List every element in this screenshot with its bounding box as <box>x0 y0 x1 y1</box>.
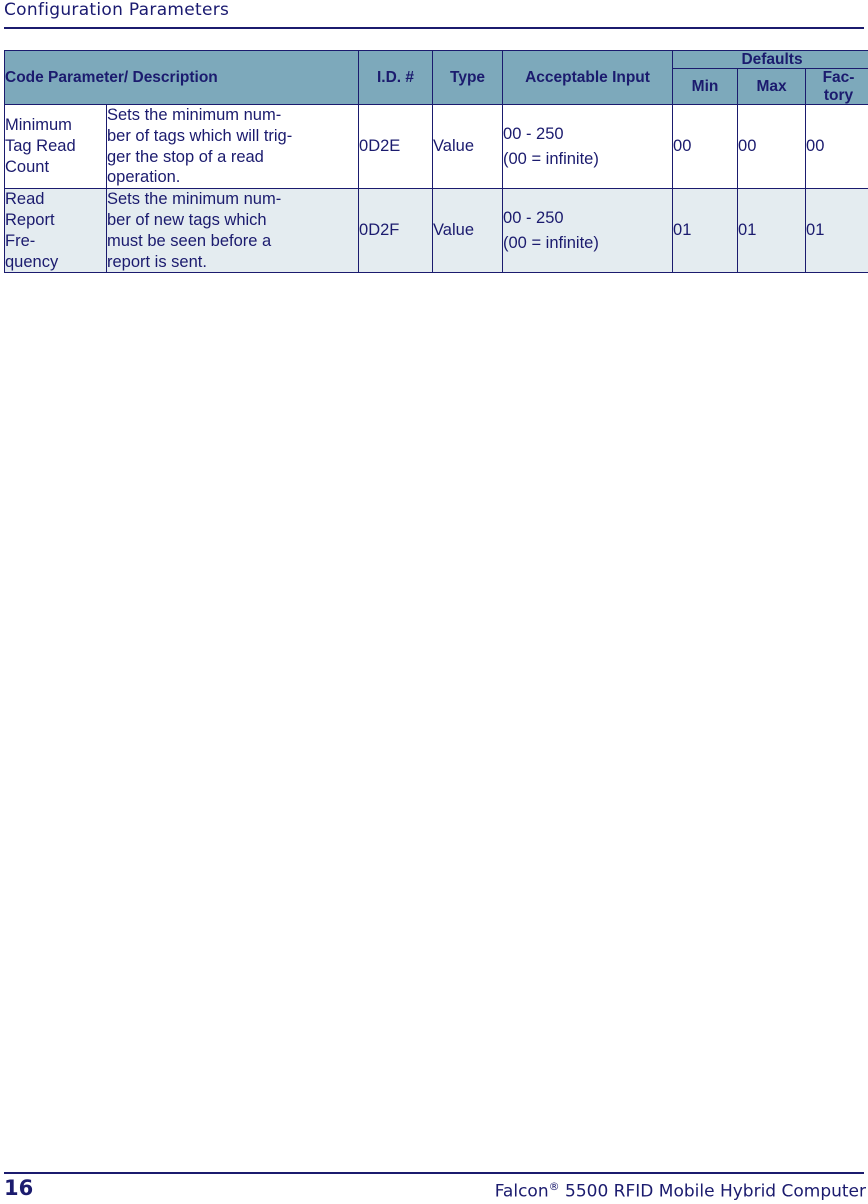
acceptable-input-range: 00 - 250 <box>503 124 564 143</box>
column-header-factory-line-2: tory <box>823 86 854 104</box>
table-body: Minimum Tag Read Count Sets the minimum … <box>4 104 868 274</box>
table-header: Code Parameter/ Description I.D. # Type … <box>3 49 868 106</box>
cell-acceptable-input: 00 - 250 (00 = infinite) <box>502 188 674 274</box>
cell-default-min: 00 <box>672 104 739 190</box>
column-header-factory: Fac- tory <box>805 68 868 106</box>
cell-parameter-name: Read Report Fre- quency <box>4 188 107 274</box>
footer-divider-rule <box>4 1172 864 1174</box>
parameter-name-line-3: Fre- <box>5 231 36 250</box>
acceptable-input-range: 00 - 250 <box>503 208 564 227</box>
page-title: Configuration Parameters <box>4 0 230 20</box>
column-header-acceptable-input: Acceptable Input <box>502 49 674 106</box>
description-line-3: must be seen before a <box>107 231 272 250</box>
cell-parameter-description: Sets the minimum num- ber of new tags wh… <box>105 188 360 274</box>
column-header-factory-line-1: Fac- <box>822 69 855 87</box>
description-line-2: ber of tags which will trig- <box>107 126 293 145</box>
cell-id-number: 0D2E <box>358 104 434 190</box>
cell-default-min: 01 <box>672 188 739 274</box>
description-line-1: Sets the minimum num- <box>107 106 282 125</box>
column-header-type: Type <box>432 49 504 106</box>
parameter-name-line-2: Report <box>5 210 55 229</box>
description-line-3: ger the stop of a read <box>107 147 264 166</box>
cell-default-factory: 00 <box>805 104 868 190</box>
parameter-name-line-3: Count <box>5 158 50 177</box>
acceptable-input-note: (00 = infinite) <box>503 149 599 168</box>
cell-default-max: 00 <box>737 104 807 190</box>
cell-acceptable-input: 00 - 250 (00 = infinite) <box>502 104 674 190</box>
description-line-4: report is sent. <box>107 252 207 271</box>
column-header-id-number: I.D. # <box>358 49 434 106</box>
footer-product-name-base: Falcon <box>494 1181 549 1202</box>
cell-default-factory: 01 <box>805 188 868 274</box>
parameter-name-line-2: Tag Read <box>5 137 76 156</box>
page-number: 16 <box>4 1176 34 1200</box>
column-header-defaults: Defaults <box>672 49 868 70</box>
cell-type: Value <box>432 104 504 190</box>
configuration-parameters-table: Code Parameter/ Description I.D. # Type … <box>3 49 868 274</box>
table-row: Minimum Tag Read Count Sets the minimum … <box>4 104 868 190</box>
parameter-name-line-4: quency <box>5 252 59 271</box>
cell-parameter-description: Sets the minimum num- ber of tags which … <box>105 104 360 190</box>
column-header-max: Max <box>737 68 807 106</box>
column-header-code-parameter: Code Parameter/ Description <box>3 49 360 106</box>
table-header-row-top: Code Parameter/ Description I.D. # Type … <box>3 49 868 106</box>
running-head: Configuration Parameters <box>4 0 864 30</box>
cell-parameter-name: Minimum Tag Read Count <box>4 104 107 190</box>
header-divider-rule <box>4 27 864 29</box>
footer-product-name: Falcon® 5500 RFID Mobile Hybrid Computer <box>495 1180 866 1202</box>
parameter-name-line-1: Read <box>5 190 45 209</box>
description-line-2: ber of new tags which <box>107 210 267 229</box>
description-line-4: operation. <box>107 168 181 187</box>
description-line-1: Sets the minimum num- <box>107 190 282 209</box>
table-row: Read Report Fre- quency Sets the minimum… <box>4 188 868 274</box>
cell-default-max: 01 <box>737 188 807 274</box>
column-header-min: Min <box>672 68 739 106</box>
parameter-name-line-1: Minimum <box>5 116 72 135</box>
footer-product-name-rest: 5500 RFID Mobile Hybrid Computer <box>559 1181 866 1202</box>
cell-type: Value <box>432 188 504 274</box>
registered-trademark-icon: ® <box>548 1180 560 1193</box>
acceptable-input-note: (00 = infinite) <box>503 233 599 252</box>
cell-id-number: 0D2F <box>358 188 434 274</box>
